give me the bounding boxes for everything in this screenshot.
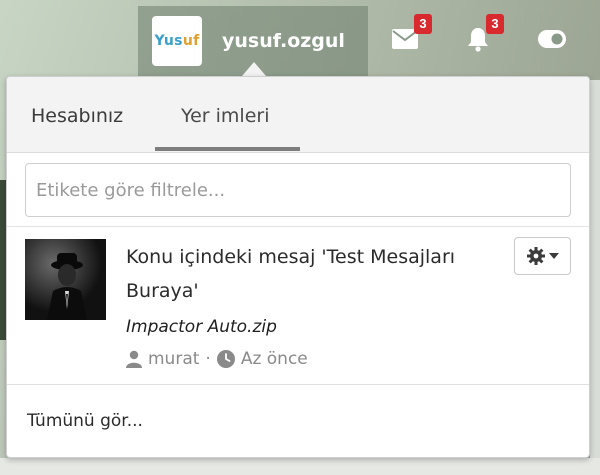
meta-separator: · [205, 349, 211, 369]
popup-tabs: Hesabınız Yer imleri [7, 77, 589, 153]
bookmark-title-link[interactable]: Konu içindeki mesaj 'Test Mesajları Bura… [126, 240, 506, 308]
chevron-down-icon [548, 253, 559, 259]
filter-section [7, 153, 589, 227]
alerts-count-badge: 3 [486, 14, 504, 34]
user-silhouette-image[interactable] [25, 239, 106, 320]
background-strip [0, 458, 600, 475]
bookmark-author[interactable]: murat [148, 349, 199, 369]
user-avatar: Yus uf [152, 16, 202, 66]
messages-count-badge: 3 [414, 14, 432, 34]
avatar-logo-text-2: uf [182, 33, 200, 49]
messages-button[interactable]: 3 [392, 14, 432, 54]
tag-filter-input[interactable] [25, 163, 571, 217]
gear-icon [526, 247, 545, 265]
toggle-icon [538, 30, 566, 48]
tab-bookmarks[interactable]: Yer imleri [181, 105, 269, 127]
user-icon [126, 350, 142, 368]
alerts-button[interactable]: 3 [466, 14, 504, 54]
see-all-link[interactable]: Tümünü gör... [27, 411, 143, 431]
bookmark-item[interactable]: Konu içindeki mesaj 'Test Mesajları Bura… [7, 227, 589, 385]
bookmark-meta: murat · Az önce [126, 349, 308, 369]
avatar-logo-text-1: Yus [154, 33, 183, 49]
style-toggle-button[interactable] [538, 24, 566, 54]
active-tab-indicator [155, 147, 300, 151]
top-navigation: Yus uf yusuf.ozgul 3 3 [0, 0, 600, 76]
bookmark-time[interactable]: Az önce [241, 349, 308, 369]
clock-icon [216, 350, 235, 368]
popup-caret [242, 62, 266, 76]
bookmarks-popup: Hesabınız Yer imleri Etikete göre filtre… [6, 76, 590, 458]
username-label: yusuf.ozgul [222, 30, 345, 52]
bookmark-attachment[interactable]: Impactor Auto.zip [126, 317, 277, 337]
background-edge-right [590, 80, 600, 475]
tab-account[interactable]: Hesabınız [31, 105, 123, 127]
bookmark-menu-button[interactable] [514, 237, 571, 275]
popup-footer: Tümünü gör... [7, 385, 589, 457]
